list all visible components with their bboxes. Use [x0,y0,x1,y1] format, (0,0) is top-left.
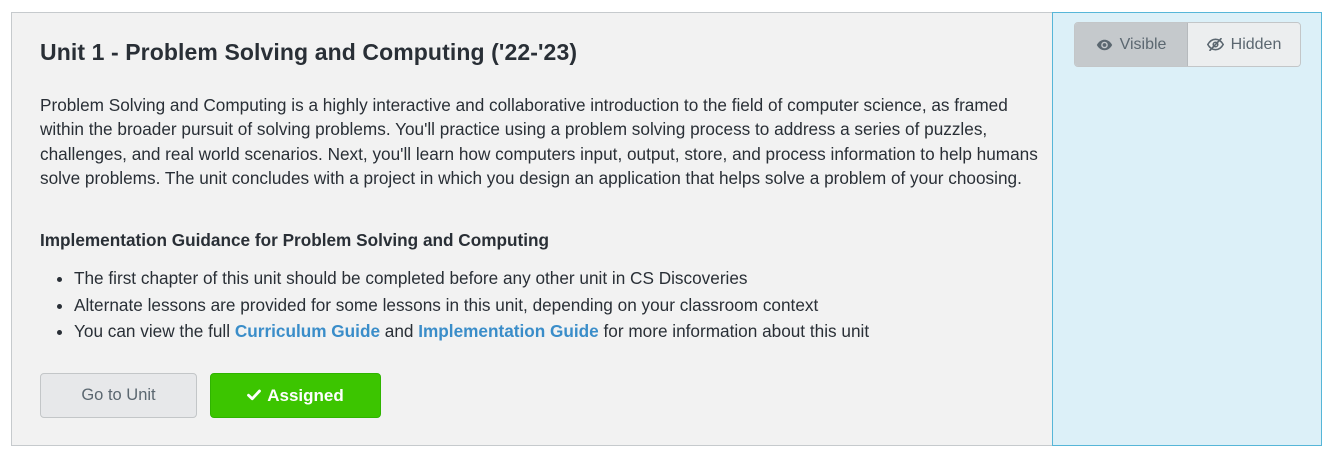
eye-icon [1096,39,1113,51]
visible-label: Visible [1119,35,1167,53]
assigned-label: Assigned [267,386,344,405]
hidden-label: Hidden [1230,35,1282,53]
guidance-item: The first chapter of this unit should be… [74,265,869,292]
hidden-toggle-button[interactable]: Hidden [1188,23,1300,66]
guidance-item: You can view the full Curriculum Guide a… [74,318,869,345]
implementation-guide-link[interactable]: Implementation Guide [418,321,599,341]
guidance-list: The first chapter of this unit should be… [40,265,869,345]
guidance-item-text: and [380,321,419,341]
unit-description: Problem Solving and Computing is a highl… [40,95,1038,189]
unit-title: Unit 1 - Problem Solving and Computing (… [40,39,578,65]
eye-slash-icon [1206,38,1224,51]
unit-card: Unit 1 - Problem Solving and Computing (… [11,12,1322,446]
guidance-heading: Implementation Guidance for Problem Solv… [40,230,549,250]
guidance-item-text: for more information about this unit [598,321,870,341]
guidance-item-text: You can view the full [74,321,235,341]
curriculum-guide-link[interactable]: Curriculum Guide [235,321,380,341]
guidance-item: Alternate lessons are provided for some … [74,292,869,319]
go-to-unit-label: Go to Unit [81,386,156,404]
assigned-button[interactable]: Assigned [210,373,381,418]
unit-main-panel: Unit 1 - Problem Solving and Computing (… [12,13,1052,445]
check-icon [247,374,262,417]
visibility-toggle: Visible Hidden [1074,22,1301,67]
visibility-side-panel: Visible Hidden [1052,12,1322,446]
visible-toggle-button[interactable]: Visible [1075,23,1188,66]
go-to-unit-button[interactable]: Go to Unit [40,373,197,418]
